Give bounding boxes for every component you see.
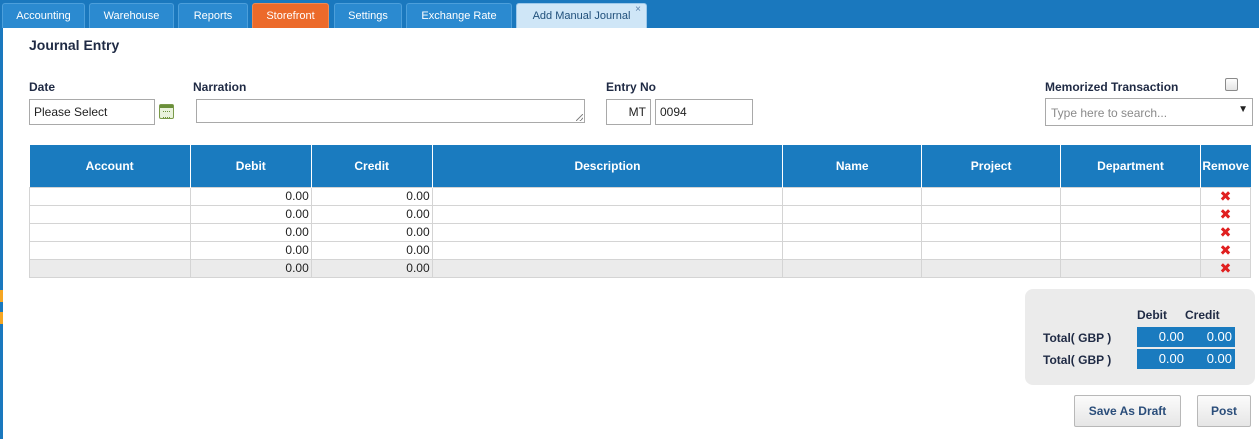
description-cell[interactable] xyxy=(431,222,784,242)
post-button[interactable]: Post xyxy=(1197,395,1251,427)
account-cell[interactable] xyxy=(29,240,191,260)
department-cell[interactable] xyxy=(1060,240,1201,260)
remove-icon[interactable]: ✖ xyxy=(1220,260,1232,276)
tab-settings[interactable]: Settings xyxy=(334,3,402,28)
name-cell[interactable] xyxy=(782,222,923,242)
remove-icon[interactable]: ✖ xyxy=(1220,206,1232,222)
narration-label: Narration xyxy=(193,80,247,94)
left-strip-marker xyxy=(0,290,3,302)
credit-cell[interactable]: 0.00 xyxy=(310,258,433,278)
calendar-icon[interactable] xyxy=(159,104,174,119)
credit-cell[interactable]: 0.00 xyxy=(310,222,433,242)
tab-label: Add Manual Journal xyxy=(532,10,631,22)
table-row: 0.00 0.00 ✖ xyxy=(29,204,1252,224)
table-row: 0.00 0.00 ✖ xyxy=(29,240,1252,260)
credit-cell[interactable]: 0.00 xyxy=(310,204,433,224)
total-label: Total( GBP ) xyxy=(1043,331,1112,345)
tab-accounting[interactable]: Accounting xyxy=(2,3,85,28)
name-cell[interactable] xyxy=(782,204,923,224)
debit-cell[interactable]: 0.00 xyxy=(189,240,312,260)
description-cell[interactable] xyxy=(431,240,784,260)
project-cell[interactable] xyxy=(921,222,1062,242)
column-header-department: Department xyxy=(1060,145,1201,187)
account-cell[interactable] xyxy=(29,258,191,278)
tab-add-manual-journal[interactable]: Add Manual Journal × xyxy=(516,3,647,28)
tab-reports[interactable]: Reports xyxy=(178,3,248,28)
memorized-transaction-checkbox[interactable] xyxy=(1225,78,1238,91)
description-cell[interactable] xyxy=(431,204,784,224)
date-label: Date xyxy=(29,80,56,94)
journal-grid: Account Debit Credit Description Name Pr… xyxy=(29,145,1252,278)
left-edge-strip xyxy=(0,28,3,439)
department-cell[interactable] xyxy=(1060,204,1201,224)
description-cell[interactable] xyxy=(431,258,784,278)
totals-credit-header: Credit xyxy=(1185,308,1220,322)
project-cell[interactable] xyxy=(921,186,1062,206)
narration-textarea[interactable] xyxy=(196,99,585,123)
tab-warehouse[interactable]: Warehouse xyxy=(89,3,174,28)
left-strip-marker xyxy=(0,312,3,324)
date-field[interactable]: Please Select xyxy=(29,99,155,125)
grid-header-row: Account Debit Credit Description Name Pr… xyxy=(29,145,1251,187)
dropdown-arrow-icon[interactable]: ▼ xyxy=(1238,104,1248,115)
column-header-account: Account xyxy=(29,145,191,187)
total-credit-value: 0.00 xyxy=(1185,349,1235,369)
table-row: 0.00 0.00 ✖ xyxy=(29,258,1252,278)
column-header-description: Description xyxy=(432,145,784,187)
department-cell[interactable] xyxy=(1060,258,1201,278)
remove-cell: ✖ xyxy=(1199,240,1252,260)
page-title: Journal Entry xyxy=(29,37,120,53)
remove-cell: ✖ xyxy=(1199,186,1252,206)
close-icon[interactable]: × xyxy=(635,0,641,22)
remove-cell: ✖ xyxy=(1199,204,1252,224)
tab-storefront[interactable]: Storefront xyxy=(252,3,329,28)
total-debit-value: 0.00 xyxy=(1137,327,1187,347)
name-cell[interactable] xyxy=(782,186,923,206)
entry-number-field[interactable]: 0094 xyxy=(655,99,753,125)
project-cell[interactable] xyxy=(921,240,1062,260)
entry-no-label: Entry No xyxy=(606,80,657,94)
name-cell[interactable] xyxy=(782,258,923,278)
department-cell[interactable] xyxy=(1060,222,1201,242)
credit-cell[interactable]: 0.00 xyxy=(310,240,433,260)
total-debit-value: 0.00 xyxy=(1137,349,1187,369)
entry-prefix-field[interactable]: MT xyxy=(606,99,651,125)
search-placeholder: Type here to search... xyxy=(1051,106,1168,120)
department-cell[interactable] xyxy=(1060,186,1201,206)
remove-cell: ✖ xyxy=(1199,222,1252,242)
save-as-draft-button[interactable]: Save As Draft xyxy=(1074,395,1181,427)
totals-debit-header: Debit xyxy=(1137,308,1167,322)
column-header-remove: Remove xyxy=(1200,145,1251,187)
memorized-transaction-label: Memorized Transaction xyxy=(1045,80,1179,94)
memorized-transaction-search[interactable]: Type here to search... ▼ xyxy=(1045,98,1253,126)
project-cell[interactable] xyxy=(921,258,1062,278)
total-label: Total( GBP ) xyxy=(1043,353,1112,367)
table-row: 0.00 0.00 ✖ xyxy=(29,222,1252,242)
debit-cell[interactable]: 0.00 xyxy=(189,258,312,278)
project-cell[interactable] xyxy=(921,204,1062,224)
remove-icon[interactable]: ✖ xyxy=(1220,188,1232,204)
remove-cell: ✖ xyxy=(1199,258,1252,278)
account-cell[interactable] xyxy=(29,186,191,206)
totals-panel: Debit Credit Total( GBP ) 0.00 0.00 Tota… xyxy=(1025,289,1255,385)
tab-exchange-rate[interactable]: Exchange Rate xyxy=(406,3,512,28)
debit-cell[interactable]: 0.00 xyxy=(189,222,312,242)
name-cell[interactable] xyxy=(782,240,923,260)
description-cell[interactable] xyxy=(431,186,784,206)
column-header-credit: Credit xyxy=(311,145,433,187)
total-credit-value: 0.00 xyxy=(1185,327,1235,347)
resize-handle[interactable] xyxy=(576,114,583,121)
debit-cell[interactable]: 0.00 xyxy=(189,186,312,206)
table-row: 0.00 0.00 ✖ xyxy=(29,186,1252,206)
debit-cell[interactable]: 0.00 xyxy=(189,204,312,224)
remove-icon[interactable]: ✖ xyxy=(1220,242,1232,258)
credit-cell[interactable]: 0.00 xyxy=(310,186,433,206)
top-tab-bar: Accounting Warehouse Reports Storefront … xyxy=(0,0,1259,28)
column-header-project: Project xyxy=(921,145,1062,187)
column-header-name: Name xyxy=(782,145,923,187)
account-cell[interactable] xyxy=(29,204,191,224)
remove-icon[interactable]: ✖ xyxy=(1220,224,1232,240)
column-header-debit: Debit xyxy=(190,145,312,187)
account-cell[interactable] xyxy=(29,222,191,242)
